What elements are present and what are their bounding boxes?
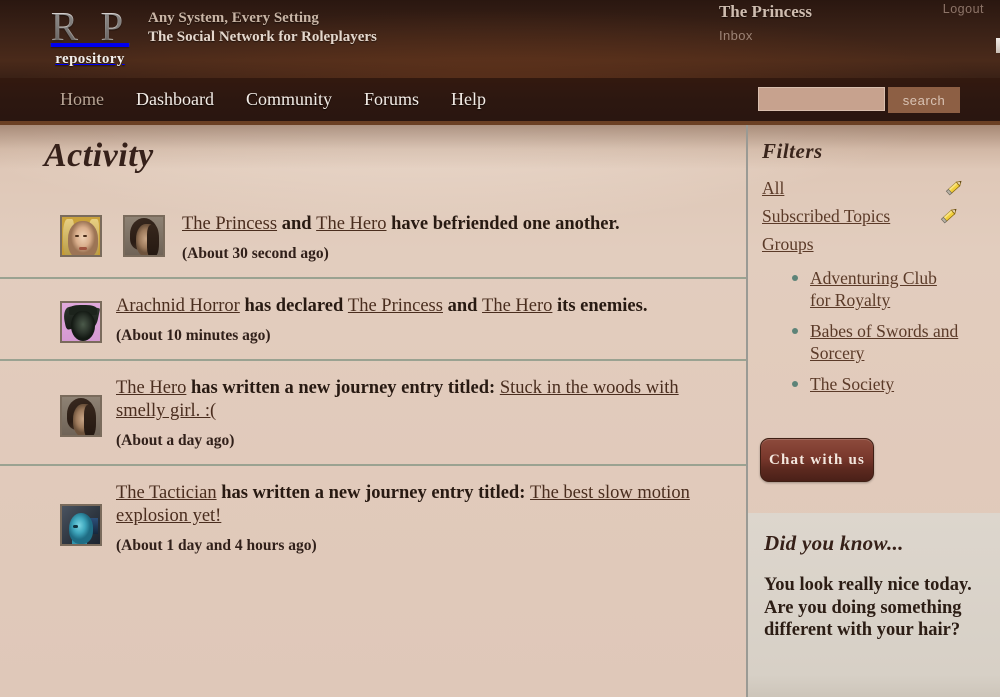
avatar-group (60, 395, 102, 437)
activity-text-fragment: and (442, 296, 483, 316)
sidebar: Filters All Subscribed Topics Groups Adv… (746, 125, 1000, 697)
activity-text-fragment: has written a new journey entry titled: (216, 483, 531, 503)
search-area: search (758, 87, 960, 113)
chat-with-us-button[interactable]: Chat with us (760, 438, 874, 482)
hero-avatar[interactable] (60, 395, 102, 437)
user-link-tactician[interactable]: The Tactician (116, 483, 217, 503)
filter-list: All Subscribed Topics Groups Adventuring… (762, 177, 990, 404)
activity-timestamp: (About 10 minutes ago) (116, 327, 271, 344)
nav-item-community[interactable]: Community (230, 78, 348, 121)
nav-link-list: Home Dashboard Community Forums Help (44, 78, 502, 121)
edge-decoration (996, 38, 1000, 53)
list-item: The Society (792, 373, 990, 395)
sidebar-title: Filters (762, 139, 823, 163)
user-name: The Princess (718, 2, 812, 21)
site-header: R P repository Any System, Every Setting… (0, 0, 1000, 78)
logout-link[interactable]: Logout (943, 2, 984, 16)
list-item: Babes of Swords and Sorcery (792, 320, 990, 364)
inbox-link[interactable]: Inbox (719, 28, 753, 43)
activity-item: The Princess and The Hero have befriende… (0, 197, 746, 277)
activity-text: The Tactician has written a new journey … (116, 482, 706, 528)
activity-text-fragment: its enemies. (552, 296, 648, 316)
tagline-line-1: Any System, Every Setting (148, 10, 319, 26)
activity-timestamp: (About a day ago) (116, 432, 235, 449)
edit-pencil-icon[interactable] (944, 177, 964, 197)
activity-timestamp: (About 1 day and 4 hours ago) (116, 537, 317, 554)
group-link-the-society[interactable]: The Society (810, 373, 894, 395)
nav-item-help[interactable]: Help (435, 78, 502, 121)
nav-item-dashboard[interactable]: Dashboard (120, 78, 230, 121)
bullet-icon (792, 275, 798, 281)
list-item: Adventuring Club for Royalty (792, 267, 990, 311)
user-link-hero[interactable]: The Hero (316, 214, 386, 234)
site-logo[interactable]: R P repository (38, 2, 142, 68)
group-list: Adventuring Club for Royalty Babes of Sw… (792, 267, 990, 395)
activity-text-fragment: has declared (239, 296, 348, 316)
bullet-icon (792, 328, 798, 334)
activity-text-fragment: and (277, 214, 317, 234)
filter-link-subscribed-topics[interactable]: Subscribed Topics (762, 205, 890, 227)
activity-timestamp: (About 30 second ago) (182, 245, 329, 262)
activity-text: Arachnid Horror has declared The Princes… (116, 295, 706, 318)
hero-avatar[interactable] (123, 215, 165, 257)
user-link-hero[interactable]: The Hero (116, 378, 186, 398)
user-link-princess[interactable]: The Princess (182, 214, 277, 234)
logo-text: R P (38, 2, 142, 50)
search-input[interactable] (758, 87, 885, 111)
site-tagline: Any System, Every Setting The Social Net… (148, 9, 377, 47)
page-body: Activity The Princess and The Hero have … (0, 125, 1000, 697)
did-you-know-title: Did you know... (764, 531, 904, 555)
activity-text: The Hero has written a new journey entry… (116, 377, 706, 423)
bullet-icon (792, 381, 798, 387)
avatar-group (60, 301, 102, 343)
user-link-hero[interactable]: The Hero (482, 296, 552, 316)
edit-pencil-icon[interactable] (939, 205, 959, 225)
activity-text-fragment: has written a new journey entry titled: (186, 378, 500, 398)
avatar-group (60, 504, 102, 546)
logo-subtext: repository (55, 51, 125, 67)
did-you-know-text: You look really nice today. Are you doin… (764, 575, 972, 640)
activity-text-fragment: have befriended one another. (386, 214, 620, 234)
activity-feed: The Princess and The Hero have befriende… (0, 197, 746, 569)
activity-text: The Princess and The Hero have befriende… (182, 213, 706, 236)
arachnid-horror-avatar[interactable] (60, 301, 102, 343)
filter-row-all: All (762, 177, 990, 205)
main-navigation: Home Dashboard Community Forums Help sea… (0, 78, 1000, 125)
nav-item-forums[interactable]: Forums (348, 78, 435, 121)
tactician-avatar[interactable] (60, 504, 102, 546)
page-title: Activity (44, 137, 154, 174)
filter-row-groups: Groups (762, 233, 990, 261)
filter-link-all[interactable]: All (762, 177, 784, 199)
did-you-know-panel: Did you know... You look really nice tod… (748, 513, 1000, 697)
nav-item-home[interactable]: Home (44, 78, 120, 121)
activity-item: The Hero has written a new journey entry… (0, 359, 746, 464)
princess-avatar[interactable] (60, 215, 102, 257)
user-link-princess[interactable]: The Princess (348, 296, 443, 316)
user-block: The Princess Inbox (719, 2, 812, 45)
filter-link-groups[interactable]: Groups (762, 233, 814, 255)
activity-item: Arachnid Horror has declared The Princes… (0, 277, 746, 359)
activity-item: The Tactician has written a new journey … (0, 464, 746, 569)
filter-row-subscribed-topics: Subscribed Topics (762, 205, 990, 233)
main-content: Activity The Princess and The Hero have … (0, 125, 746, 697)
group-link-babes-of-swords-and-sorcery[interactable]: Babes of Swords and Sorcery (810, 320, 960, 364)
tagline-line-2: The Social Network for Roleplayers (148, 29, 377, 45)
search-button[interactable]: search (888, 87, 960, 113)
user-link-arachnid-horror[interactable]: Arachnid Horror (116, 296, 240, 316)
avatar-group (60, 215, 165, 257)
group-link-adventuring-club-for-royalty[interactable]: Adventuring Club for Royalty (810, 267, 960, 311)
